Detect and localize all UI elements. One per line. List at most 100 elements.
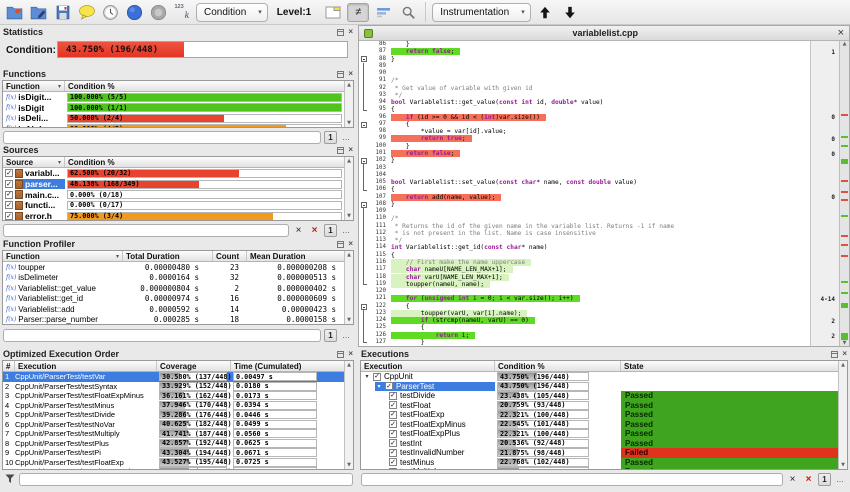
code-line[interactable]: 124 if (strcmp(nameU, varU) == 0) bbox=[370, 317, 810, 324]
code-line[interactable]: 119 toupper(nameU, name); bbox=[370, 281, 810, 288]
row-checkbox[interactable]: ✓ bbox=[389, 449, 397, 457]
counter-mode-icon[interactable]: 123k bbox=[172, 2, 193, 22]
execution-row[interactable]: ✓testFloatExp22.321% (100/448)Passed bbox=[361, 410, 838, 420]
code-line[interactable]: 111 * Returns the id of the given name i… bbox=[370, 223, 810, 230]
undock-panel-button[interactable] bbox=[337, 71, 344, 78]
scroll-up-icon[interactable]: ▲ bbox=[345, 158, 353, 164]
code-line[interactable]: 88} bbox=[370, 56, 810, 63]
code-line[interactable]: 89 bbox=[370, 63, 810, 70]
filter-mode-button[interactable]: 1 bbox=[818, 473, 831, 486]
scroll-up-icon[interactable]: ▲ bbox=[840, 41, 849, 47]
execution-order-row[interactable]: 1CppUnit/ParserTest/testVar30.580% (137/… bbox=[3, 372, 344, 382]
expand-arrow[interactable]: ▾ bbox=[363, 373, 371, 380]
close-panel-button[interactable]: × bbox=[348, 350, 353, 358]
fold-marker[interactable] bbox=[361, 158, 367, 164]
column-header[interactable]: Total Duration bbox=[123, 251, 213, 261]
execution-row[interactable]: ✓testFloatExpPlus22.321% (100/448)Passed bbox=[361, 429, 838, 439]
navigate-up-button[interactable] bbox=[534, 3, 556, 22]
scroll-down-icon[interactable]: ▼ bbox=[345, 213, 353, 219]
row-checkbox[interactable]: ✓ bbox=[389, 439, 397, 447]
code-line[interactable]: 126 return i; bbox=[370, 332, 810, 339]
code-line[interactable]: 110/* bbox=[370, 215, 810, 222]
fold-marker[interactable] bbox=[361, 304, 367, 310]
execution-row[interactable]: ✓testFloatExpMinus22.545% (101/448)Passe… bbox=[361, 420, 838, 430]
column-header[interactable]: Source▾ bbox=[3, 157, 65, 167]
code-line[interactable]: 114int Variablelist::get_id(const char* … bbox=[370, 244, 810, 251]
row-checkbox[interactable]: ✓ bbox=[389, 430, 397, 438]
code-line[interactable]: 96 if (id >= 0 && id < (int)var.size()) bbox=[370, 114, 810, 121]
source-row[interactable]: ✓parser...48.138% (168/349) bbox=[3, 179, 344, 190]
function-row[interactable]: f(x)isDigit100.000% (1/1) bbox=[3, 103, 344, 114]
code-line[interactable]: 118 char varU[NAME_LEN_MAX+1]; bbox=[370, 274, 810, 281]
fold-marker[interactable] bbox=[361, 202, 367, 208]
not-equal-filter-button[interactable]: ≠ bbox=[347, 3, 369, 22]
scrollbar[interactable]: ▲▼ bbox=[344, 251, 353, 324]
code-line[interactable]: 123 toupper(varU, var[i].name); bbox=[370, 310, 810, 317]
source-row[interactable]: ✓variabl...62.500% (20/32) bbox=[3, 168, 344, 179]
row-checkbox[interactable]: ✓ bbox=[389, 392, 397, 400]
filter-mode-button[interactable]: 1 bbox=[324, 131, 337, 144]
save-icon[interactable] bbox=[52, 2, 73, 22]
search-button[interactable] bbox=[397, 3, 419, 22]
column-header[interactable]: Count bbox=[213, 251, 247, 261]
execution-row[interactable]: ✓testMultiplyPassed bbox=[361, 467, 838, 469]
code-line[interactable]: 91/* bbox=[370, 77, 810, 84]
filter-mode-button[interactable]: 1 bbox=[324, 224, 337, 237]
row-checkbox[interactable]: ✓ bbox=[389, 411, 397, 419]
code-line[interactable]: 105bool Variablelist::set_value(const ch… bbox=[370, 179, 810, 186]
row-checkbox[interactable]: ✓ bbox=[5, 201, 13, 209]
scrollbar[interactable]: ▲▼ bbox=[344, 81, 353, 127]
undock-panel-button[interactable] bbox=[337, 147, 344, 154]
profiler-row[interactable]: f(x)isDelimeter0.0000164 s320.000000513 … bbox=[3, 273, 344, 284]
code-line[interactable]: 99 return true; bbox=[370, 135, 810, 142]
code-line[interactable]: 115{ bbox=[370, 252, 810, 259]
scroll-up-icon[interactable]: ▲ bbox=[345, 362, 353, 368]
code-line[interactable]: 92 * Get value of variable with given id bbox=[370, 85, 810, 92]
expand-arrow[interactable]: ▾ bbox=[375, 383, 383, 390]
execution-order-row[interactable]: 9CppUnit/ParserTest/testPi43.304% (194/4… bbox=[3, 448, 344, 458]
inactive-status-icon[interactable] bbox=[148, 2, 169, 22]
fold-marker[interactable] bbox=[361, 122, 367, 128]
code-line[interactable]: 107 return add(name, value); bbox=[370, 194, 810, 201]
column-header[interactable]: Function▾ bbox=[3, 81, 65, 91]
function-row[interactable]: f(x)isAlpha80.000% (4/5) bbox=[3, 124, 344, 128]
code-line[interactable]: 121 for (unsigned int i = 0; i < var.siz… bbox=[370, 295, 810, 302]
close-editor-button[interactable]: × bbox=[838, 27, 844, 39]
filter-options-button[interactable]: … bbox=[340, 131, 353, 144]
filter-options-button[interactable]: … bbox=[340, 329, 353, 342]
comparison-view-button[interactable] bbox=[372, 3, 394, 22]
scroll-down-icon[interactable]: ▼ bbox=[345, 462, 353, 468]
view-mode-combo[interactable]: Instrumentation ▾ bbox=[432, 3, 530, 22]
execution-order-row[interactable]: 4CppUnit/ParserTest/testMinus37.946% (17… bbox=[3, 401, 344, 411]
code-line[interactable]: 104 bbox=[370, 172, 810, 179]
column-header[interactable]: Coverage bbox=[157, 361, 231, 371]
close-panel-button[interactable]: × bbox=[348, 146, 353, 154]
scroll-down-icon[interactable]: ▼ bbox=[839, 462, 847, 468]
navigate-down-button[interactable] bbox=[559, 3, 581, 22]
execution-row[interactable]: ✓testInvalidNumber21.875% (98/448)Failed bbox=[361, 448, 838, 458]
undock-panel-button[interactable] bbox=[337, 351, 344, 358]
execution-order-row[interactable]: 8CppUnit/ParserTest/testPlus42.857% (192… bbox=[3, 439, 344, 449]
code-line[interactable]: 90 bbox=[370, 70, 810, 77]
profiler-filter-input[interactable] bbox=[3, 329, 321, 342]
close-panel-button[interactable]: × bbox=[348, 70, 353, 78]
execution-row[interactable]: ▾✓CppUnit43.750% (196/448) bbox=[361, 372, 838, 382]
code-line[interactable]: 106{ bbox=[370, 186, 810, 193]
execution-order-row[interactable]: 3CppUnit/ParserTest/testFloatExpMinus36.… bbox=[3, 391, 344, 401]
column-header[interactable]: Condition % bbox=[65, 81, 353, 91]
filter-options-button[interactable]: … bbox=[834, 473, 847, 486]
close-panel-button[interactable]: × bbox=[348, 240, 353, 248]
execution-order-filter-input[interactable] bbox=[19, 473, 353, 486]
execution-order-row[interactable]: 11CppUnit/ParserTest/testFloatExpPlus43.… bbox=[3, 467, 344, 469]
code-area[interactable]: 86 }87 return false;88}899091/*92 * Get … bbox=[370, 41, 810, 346]
row-checkbox[interactable]: ✓ bbox=[5, 212, 13, 220]
edit-project-icon[interactable] bbox=[28, 2, 49, 22]
coverage-level-combo[interactable]: Condition ▾ bbox=[196, 3, 268, 22]
execution-order-row[interactable]: 7CppUnit/ParserTest/testMultiply41.741% … bbox=[3, 429, 344, 439]
code-line[interactable]: 86 } bbox=[370, 41, 810, 48]
column-header[interactable]: State bbox=[621, 361, 847, 371]
code-line[interactable]: 102} bbox=[370, 157, 810, 164]
execution-row[interactable]: ✓testDivide23.438% (105/448)Passed bbox=[361, 391, 838, 401]
clear-all-filter-button[interactable]: × bbox=[802, 473, 815, 486]
scroll-up-icon[interactable]: ▲ bbox=[839, 362, 847, 368]
